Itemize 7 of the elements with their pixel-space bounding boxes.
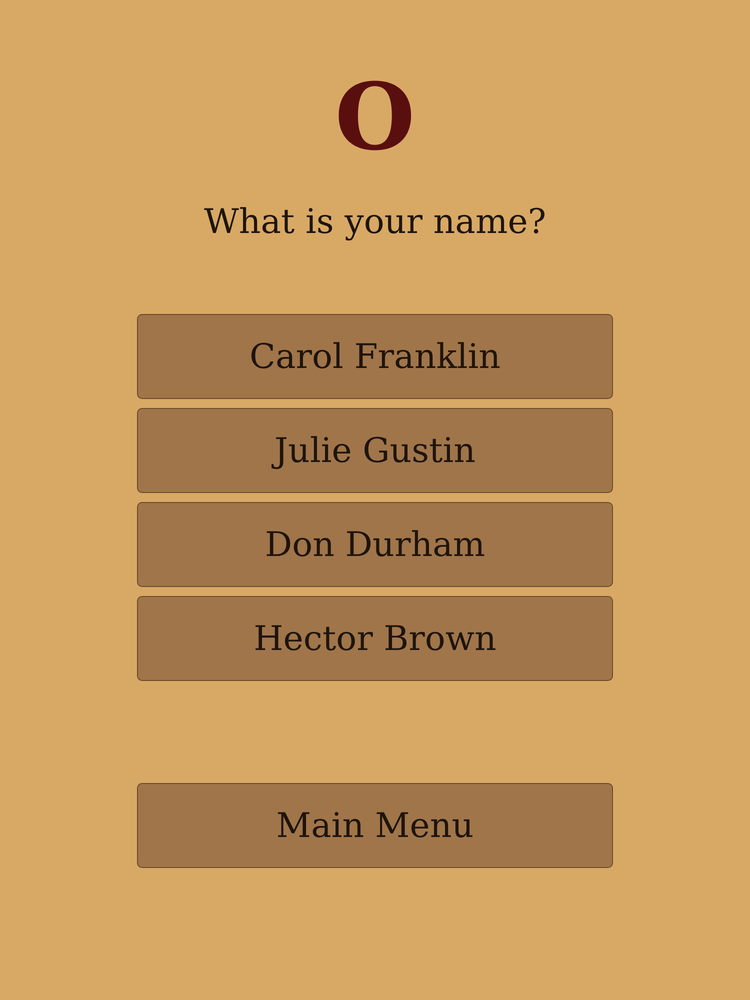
logo-letter: O xyxy=(334,62,416,172)
question-text: What is your name? xyxy=(204,201,546,244)
answer-button[interactable]: Don Durham xyxy=(137,502,613,587)
answer-button[interactable]: Carol Franklin xyxy=(137,314,613,399)
main-menu-button[interactable]: Main Menu xyxy=(137,783,613,868)
answer-button[interactable]: Hector Brown xyxy=(137,596,613,681)
answer-button[interactable]: Julie Gustin xyxy=(137,408,613,493)
